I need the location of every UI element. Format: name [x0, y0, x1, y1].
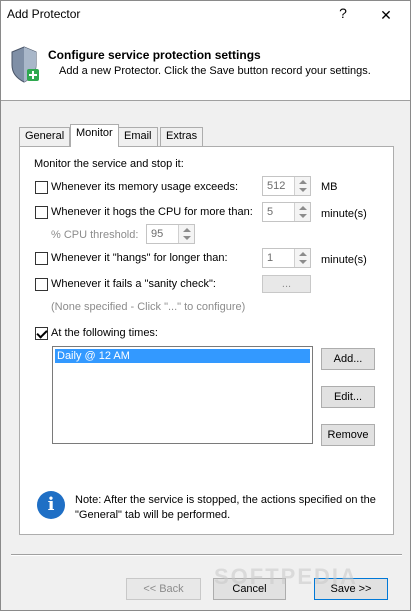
- hangs-value: 1: [267, 252, 274, 264]
- cpu-label: Whenever it hogs the CPU for more than:: [51, 206, 253, 218]
- sanity-configure-button[interactable]: ...: [262, 275, 311, 293]
- cpu-minutes-stepper[interactable]: 5: [262, 202, 311, 222]
- tab-extras[interactable]: Extras: [160, 127, 204, 147]
- header-subtitle: Add a new Protector. Click the Save butt…: [59, 65, 371, 77]
- list-item[interactable]: Daily @ 12 AM: [55, 349, 310, 363]
- add-button[interactable]: Add...: [321, 348, 375, 370]
- times-listbox[interactable]: Daily @ 12 AM: [52, 346, 313, 444]
- monitor-heading: Monitor the service and stop it:: [34, 158, 184, 170]
- help-button[interactable]: ?: [333, 5, 353, 21]
- hangs-checkbox[interactable]: [35, 252, 48, 265]
- cpu-threshold-stepper[interactable]: 95: [146, 224, 195, 244]
- sanity-hint: (None specified - Click "..." to configu…: [51, 301, 246, 313]
- times-label: At the following times:: [51, 327, 158, 339]
- hangs-label: Whenever it "hangs" for longer than:: [51, 252, 228, 264]
- memory-value: 512: [267, 180, 286, 192]
- sanity-label: Whenever it fails a "sanity check":: [51, 278, 216, 290]
- cpu-threshold-value: 95: [151, 228, 164, 240]
- add-protector-dialog: Add Protector ? ✕ Configure service prot…: [0, 0, 411, 611]
- memory-stepper-arrows[interactable]: [294, 177, 310, 195]
- tab-general[interactable]: General: [19, 127, 71, 147]
- cpu-threshold-stepper-arrows[interactable]: [178, 225, 194, 243]
- tab-monitor[interactable]: Monitor: [70, 124, 119, 147]
- memory-label: Whenever its memory usage exceeds:: [51, 181, 239, 193]
- watermark: SOFTPEDIA: [214, 564, 358, 589]
- memory-unit: MB: [321, 181, 338, 193]
- remove-button[interactable]: Remove: [321, 424, 375, 446]
- hangs-stepper[interactable]: 1: [262, 248, 311, 268]
- cpu-minutes-stepper-arrows[interactable]: [294, 203, 310, 221]
- edit-button[interactable]: Edit...: [321, 386, 375, 408]
- monitor-tab-panel: Monitor the service and stop it: Wheneve…: [19, 146, 394, 535]
- back-button[interactable]: << Back: [126, 578, 201, 600]
- tab-email[interactable]: Email: [118, 127, 158, 147]
- memory-checkbox[interactable]: [35, 181, 48, 194]
- dialog-header: Configure service protection settings Ad…: [1, 31, 410, 101]
- window-title: Add Protector: [7, 7, 81, 21]
- cpu-threshold-label: % CPU threshold:: [51, 229, 139, 241]
- cpu-checkbox[interactable]: [35, 206, 48, 219]
- memory-stepper[interactable]: 512: [262, 176, 311, 196]
- note-text: Note: After the service is stopped, the …: [75, 494, 376, 521]
- times-checkbox[interactable]: [35, 327, 48, 340]
- close-button[interactable]: ✕: [373, 4, 399, 26]
- sanity-checkbox[interactable]: [35, 278, 48, 291]
- hangs-unit: minute(s): [321, 254, 367, 266]
- hangs-stepper-arrows[interactable]: [294, 249, 310, 267]
- shield-add-icon: [11, 46, 39, 83]
- title-bar: Add Protector ? ✕: [1, 1, 410, 31]
- footer-divider: [11, 554, 402, 556]
- cpu-unit: minute(s): [321, 208, 367, 220]
- cpu-minutes-value: 5: [267, 206, 274, 218]
- header-title: Configure service protection settings: [48, 48, 261, 62]
- info-icon: i: [37, 491, 65, 519]
